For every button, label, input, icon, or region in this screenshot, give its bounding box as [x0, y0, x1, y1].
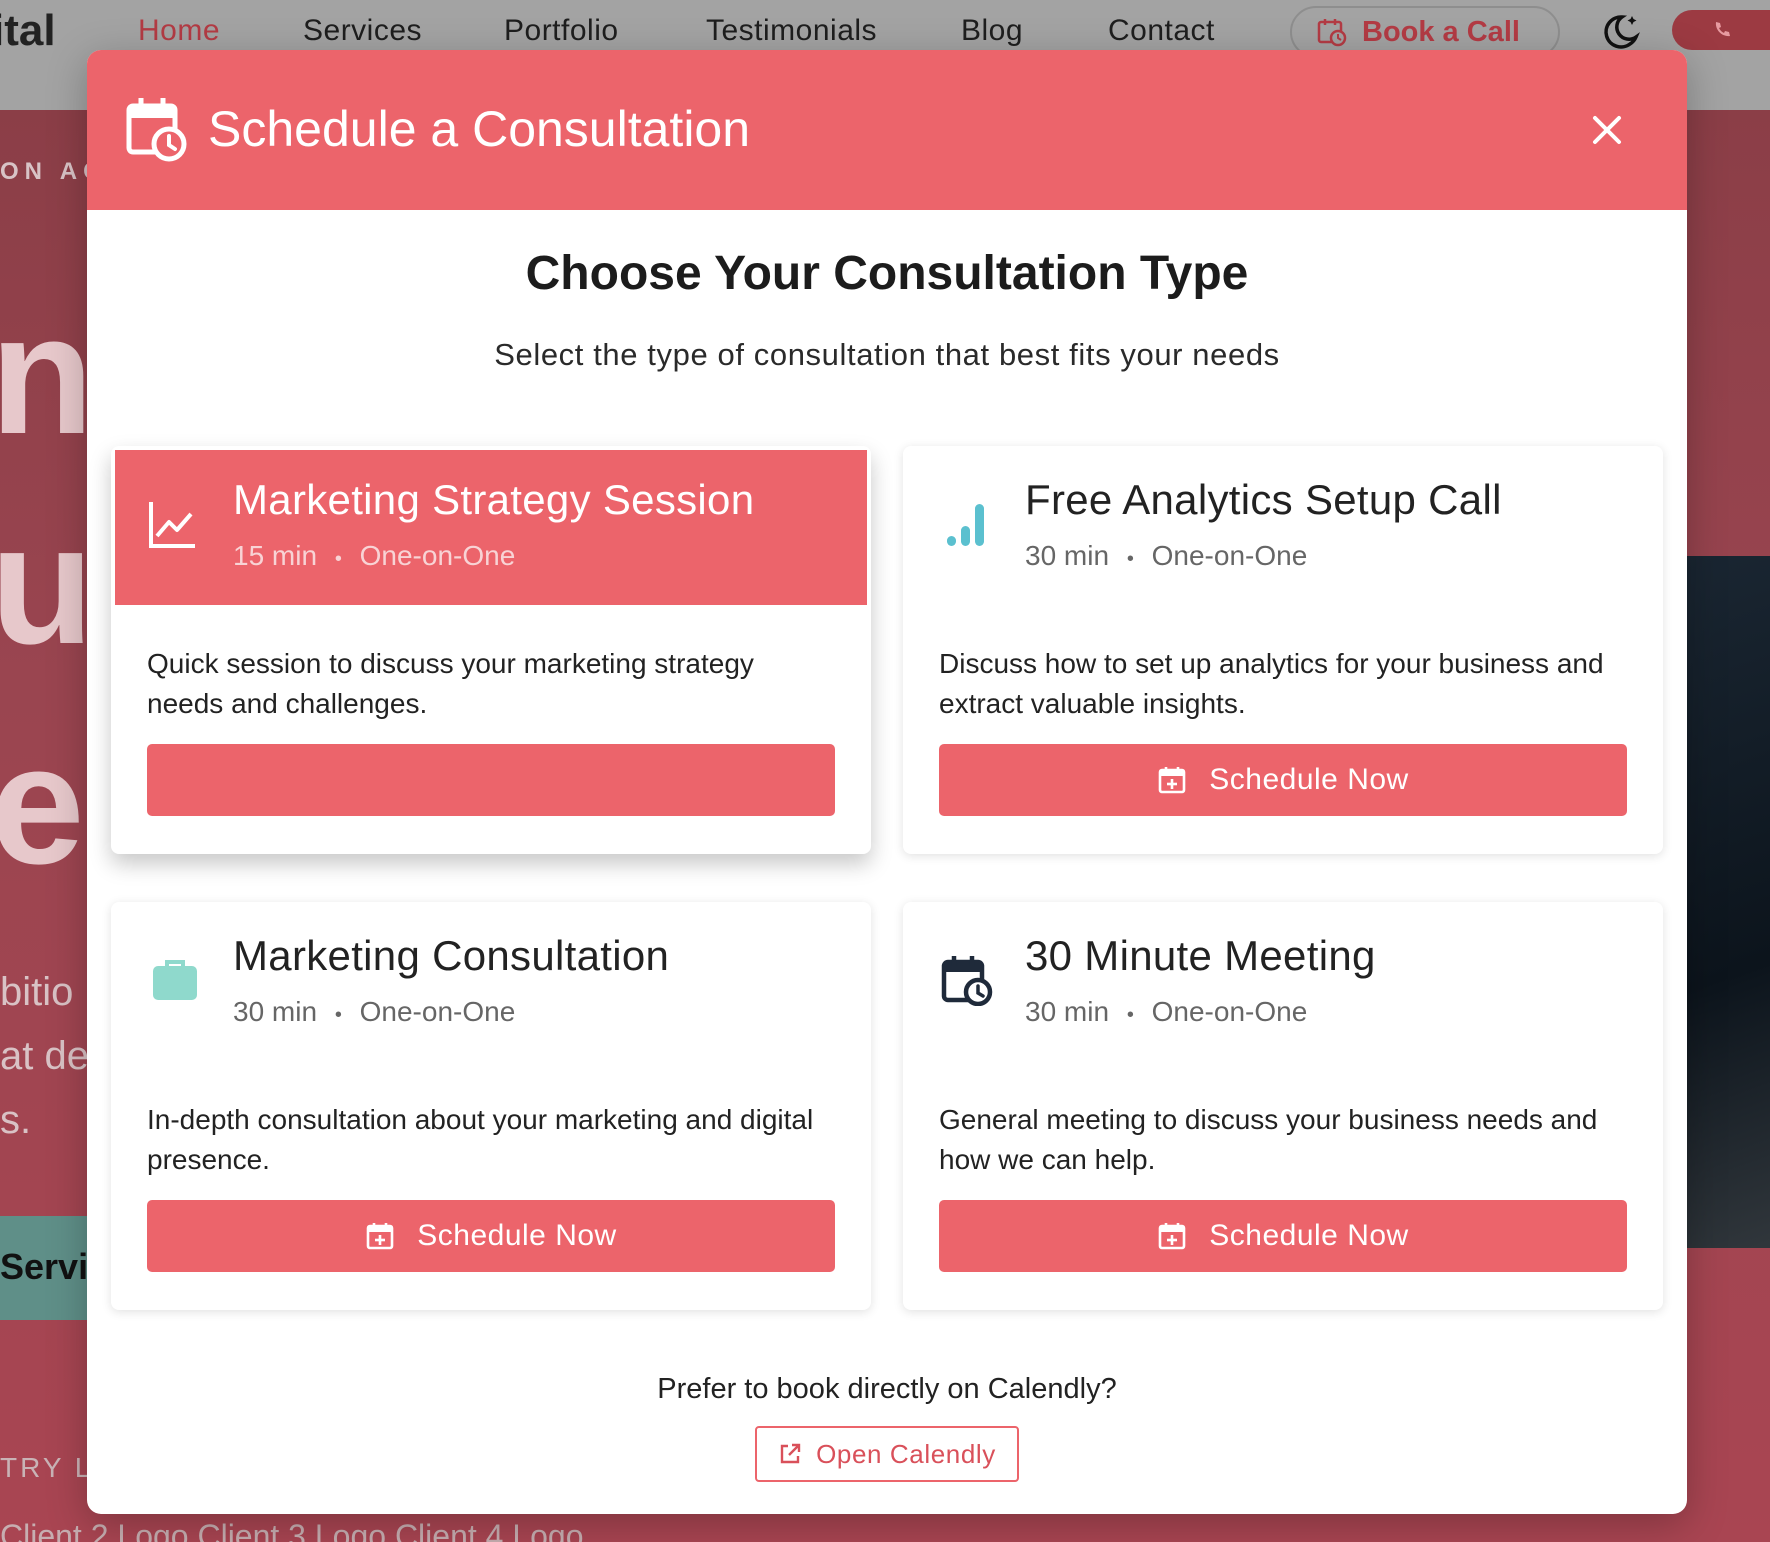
close-icon[interactable]	[1585, 108, 1629, 152]
meta-separator: •	[1126, 548, 1134, 570]
card-title: Marketing Strategy Session	[233, 476, 755, 523]
card-description: Discuss how to set up analytics for your…	[939, 648, 1604, 719]
card-duration: 30 min	[1025, 540, 1110, 571]
modal-header: Schedule a Consultation	[87, 50, 1687, 210]
client-logos: Client 2 Logo Client 3 Logo Client 4 Log…	[0, 1518, 584, 1542]
card-description: General meeting to discuss your business…	[939, 1104, 1598, 1175]
calendar-clock-icon	[941, 956, 993, 1006]
nav-portfolio[interactable]: Portfolio	[504, 14, 619, 48]
nav-contact[interactable]: Contact	[1108, 14, 1215, 48]
site-logo[interactable]: ital	[0, 6, 56, 56]
phone-icon	[1715, 22, 1730, 37]
card-format: One-on-One	[1151, 996, 1308, 1027]
hero-heading-line-1: n	[0, 280, 94, 470]
consultation-modal: Schedule a Consultation Choose Your Cons…	[87, 50, 1687, 1514]
schedule-button[interactable]	[147, 744, 835, 816]
schedule-button-label: Schedule Now	[1209, 1219, 1409, 1252]
schedule-button[interactable]: Schedule Now	[939, 1200, 1627, 1272]
consultation-card-analytics[interactable]: Free Analytics Setup Call 30 min • One-o…	[903, 446, 1663, 854]
open-calendly-label: Open Calendly	[816, 1438, 996, 1469]
schedule-button-label: Schedule Now	[1209, 763, 1409, 796]
nav-testimonials[interactable]: Testimonials	[706, 14, 877, 48]
modal-title: Schedule a Consultation	[208, 101, 751, 157]
card-duration: 30 min	[233, 996, 318, 1027]
schedule-button[interactable]: Schedule Now	[939, 744, 1627, 816]
consultation-card-30-minute-meeting[interactable]: 30 Minute Meeting 30 min • One-on-One Ge…	[903, 902, 1663, 1310]
meta-separator: •	[1126, 1004, 1134, 1026]
meta-separator: •	[334, 1004, 342, 1026]
card-format: One-on-One	[359, 540, 516, 571]
schedule-button-label: Schedule Now	[417, 1219, 617, 1252]
card-header: Free Analytics Setup Call 30 min • One-o…	[903, 446, 1663, 601]
card-meta: 30 min • One-on-One	[1025, 996, 1307, 1028]
nav-services[interactable]: Services	[303, 14, 422, 48]
calendar-clock-icon	[1317, 19, 1347, 47]
consultation-card-marketing-strategy[interactable]: Marketing Strategy Session 15 min • One-…	[111, 446, 871, 854]
card-description: In-depth consultation about your marketi…	[147, 1104, 814, 1175]
card-header: Marketing Strategy Session 15 min • One-…	[115, 450, 867, 605]
hero-paragraph-line-3: s.	[0, 1098, 32, 1142]
card-title: Marketing Consultation	[233, 932, 670, 979]
card-duration: 15 min	[233, 540, 318, 571]
calendar-plus-icon	[366, 1223, 394, 1250]
schedule-button[interactable]: Schedule Now	[147, 1200, 835, 1272]
hero-image	[1682, 556, 1770, 1248]
open-calendly-button[interactable]: Open Calendly	[755, 1426, 1019, 1482]
calendar-plus-icon	[1158, 1223, 1186, 1250]
choose-subheading: Select the type of consultation that bes…	[494, 337, 1280, 372]
dark-mode-icon[interactable]	[1600, 10, 1644, 54]
card-header: Marketing Consultation 30 min • One-on-O…	[111, 902, 871, 1057]
card-description: Quick session to discuss your marketing …	[147, 648, 754, 719]
calendly-prompt: Prefer to book directly on Calendly?	[657, 1373, 1117, 1405]
chart-line-icon	[149, 502, 195, 548]
choose-heading: Choose Your Consultation Type	[525, 247, 1249, 300]
card-duration: 30 min	[1025, 996, 1110, 1027]
nav-blog[interactable]: Blog	[961, 14, 1023, 48]
book-call-label: Book a Call	[1362, 15, 1520, 48]
hero-paragraph-line-1: bitio	[0, 970, 74, 1014]
external-link-icon	[780, 1443, 801, 1464]
card-format: One-on-One	[1151, 540, 1308, 571]
card-meta: 30 min • One-on-One	[1025, 540, 1307, 572]
nav-home[interactable]: Home	[138, 14, 220, 48]
calendar-clock-icon	[126, 98, 187, 162]
card-title: 30 Minute Meeting	[1025, 932, 1376, 979]
hero-paragraph-line-2: at de	[0, 1034, 89, 1078]
card-header: 30 Minute Meeting 30 min • One-on-One	[903, 902, 1663, 1057]
bar-chart-icon	[947, 504, 984, 546]
card-meta: 15 min • One-on-One	[233, 540, 515, 572]
phone-button[interactable]	[1672, 10, 1770, 50]
consultation-card-marketing-consultation[interactable]: Marketing Consultation 30 min • One-on-O…	[111, 902, 871, 1310]
meta-separator: •	[334, 548, 342, 570]
card-format: One-on-One	[359, 996, 516, 1027]
calendar-plus-icon	[1158, 767, 1186, 794]
card-title: Free Analytics Setup Call	[1025, 476, 1502, 523]
briefcase-icon	[153, 960, 197, 1000]
card-meta: 30 min • One-on-One	[233, 996, 515, 1028]
